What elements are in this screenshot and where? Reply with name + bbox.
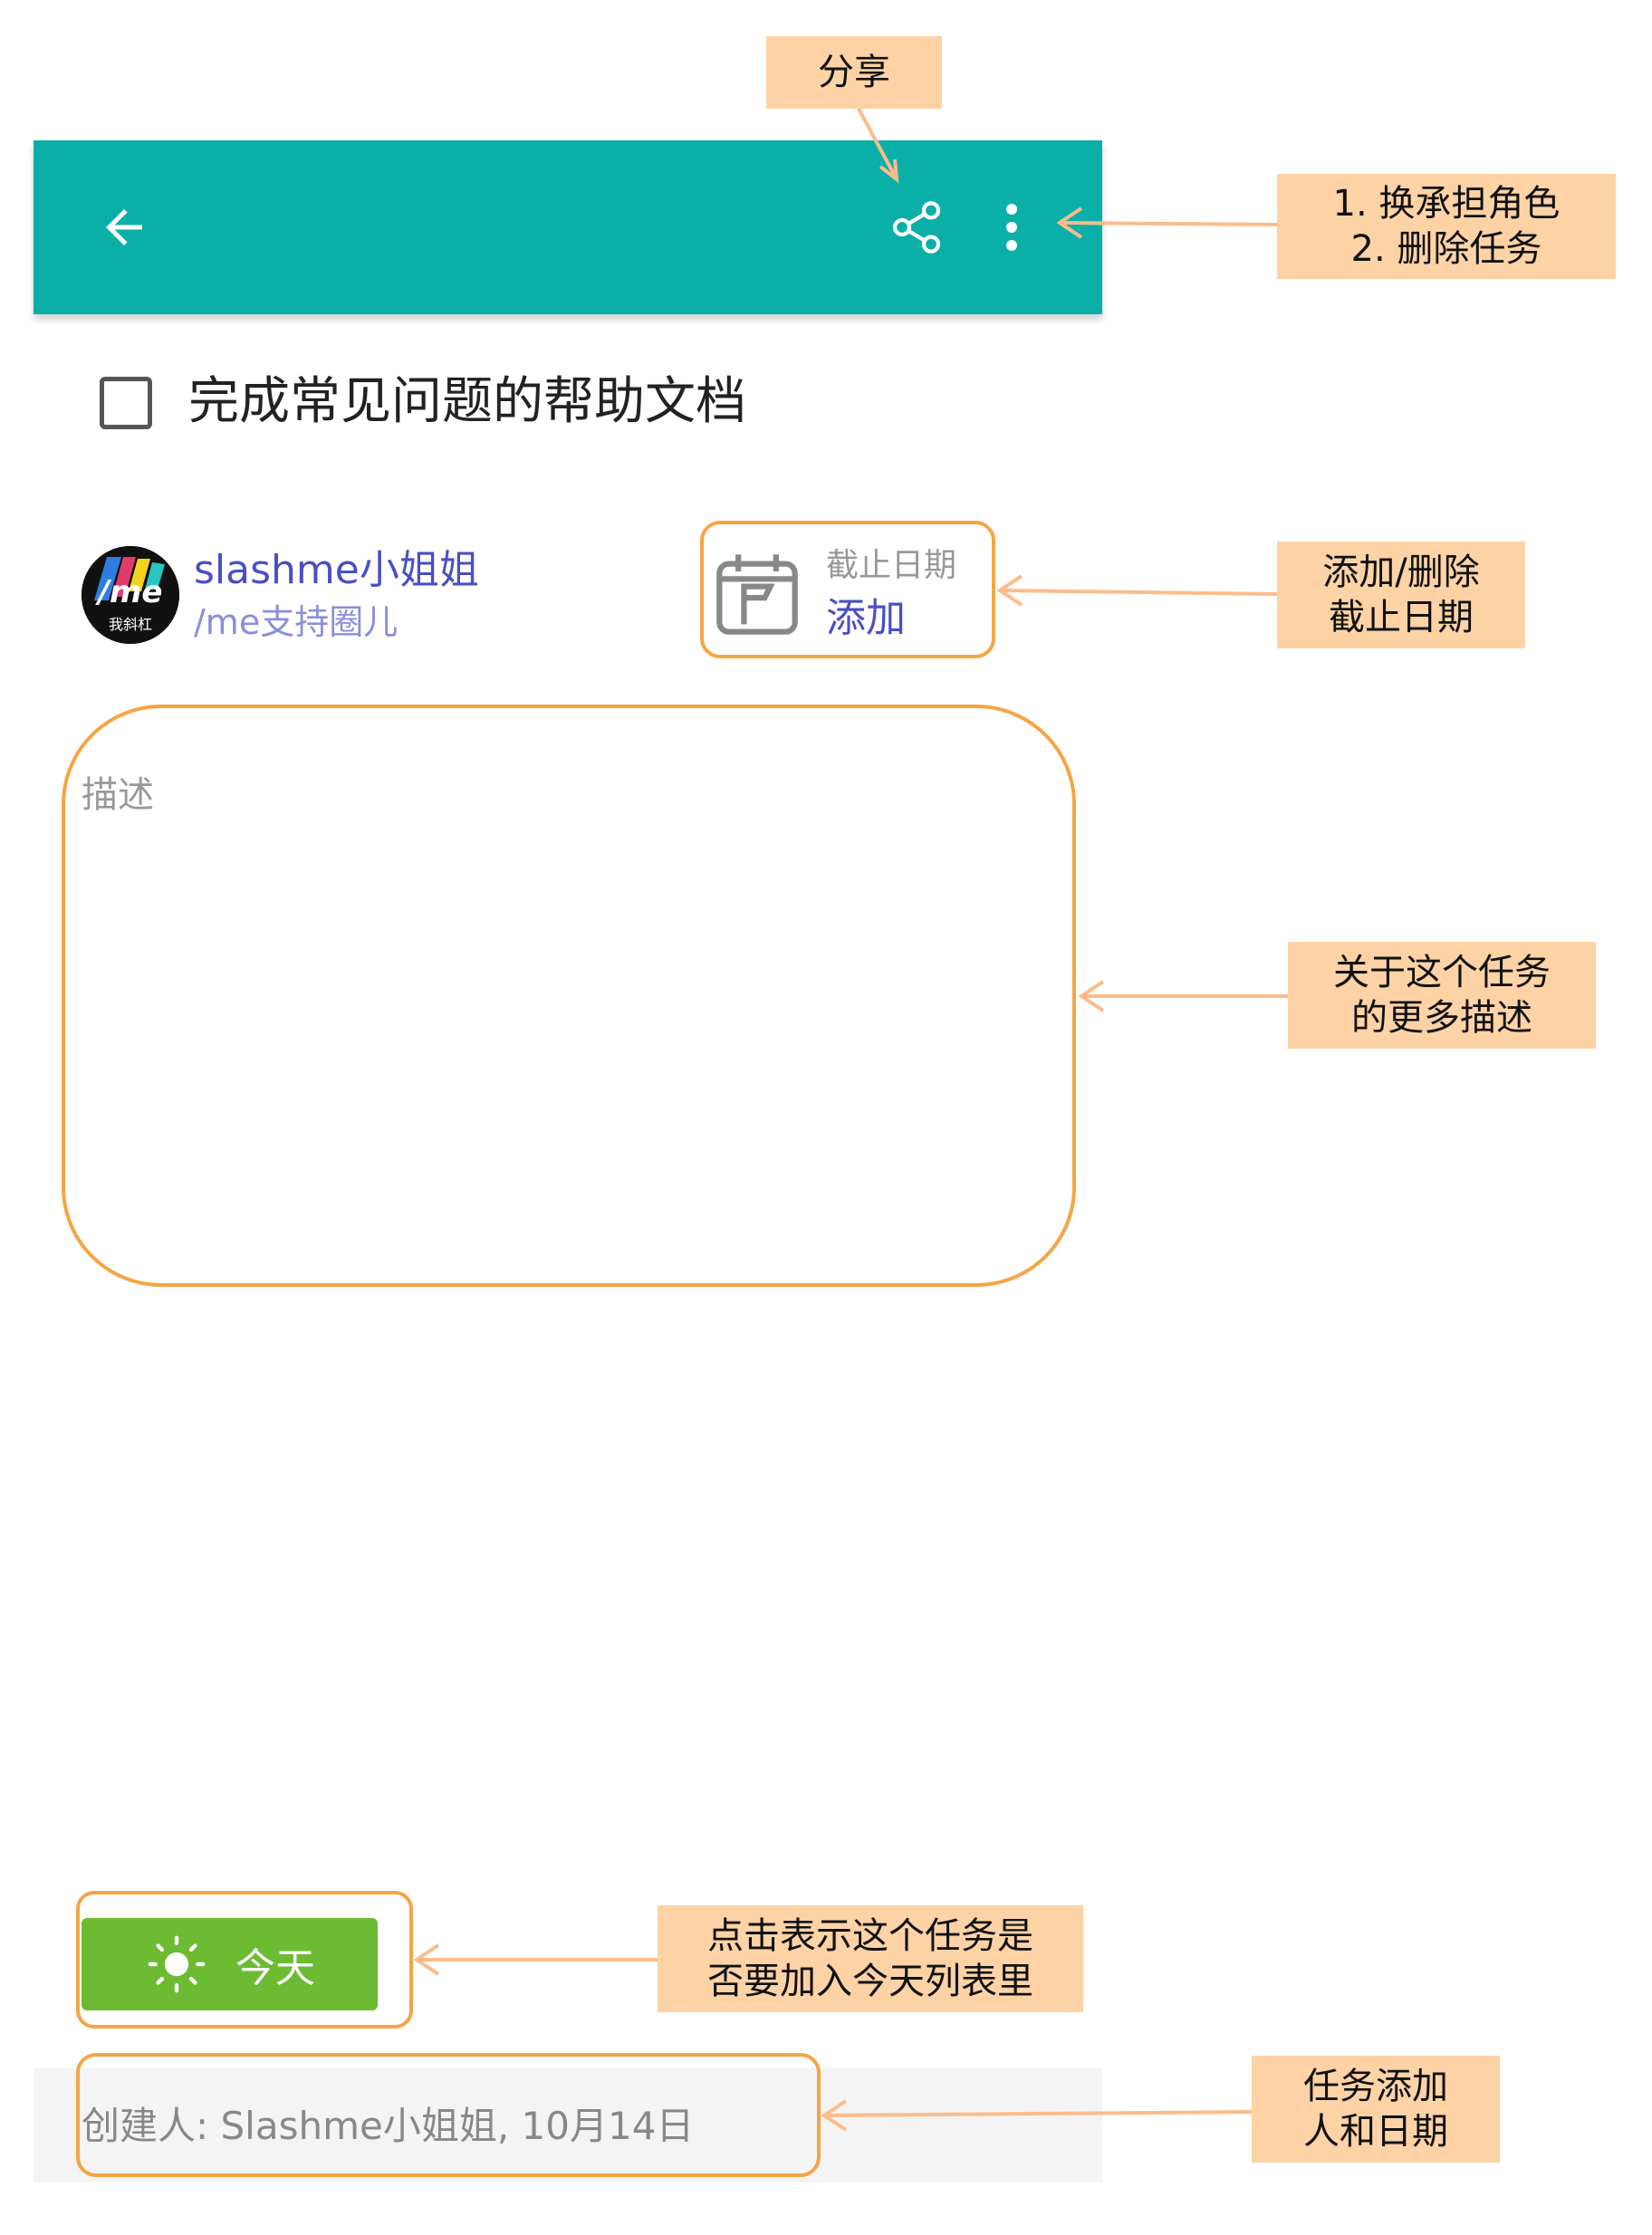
- callout-today: 点击表示这个任务是 否要加入今天列表里: [658, 1905, 1083, 2012]
- back-button[interactable]: [79, 182, 169, 273]
- assignee-group: /me支持圈儿: [194, 602, 399, 642]
- avatar[interactable]: /me 我斜杠: [82, 546, 179, 644]
- highlight-description: [62, 705, 1076, 1287]
- callout-share: 分享: [766, 36, 942, 109]
- highlight-due-date: [700, 521, 995, 658]
- share-button[interactable]: [871, 182, 962, 273]
- app-bar: [34, 140, 1102, 314]
- task-title[interactable]: 完成常见问题的帮助文档: [188, 366, 746, 438]
- share-icon: [892, 201, 941, 254]
- arrow-left-icon: [106, 209, 142, 245]
- svg-text:我斜杠: 我斜杠: [109, 616, 152, 633]
- more-options-button[interactable]: [975, 182, 1048, 273]
- highlight-creator: [76, 2053, 821, 2177]
- svg-text:/me: /me: [95, 574, 163, 610]
- callout-due-date: 添加/删除 截止日期: [1277, 542, 1525, 648]
- slashme-logo-icon: /me 我斜杠: [82, 546, 179, 644]
- callout-more-options: 1. 换承担角色 2. 删除任务: [1277, 174, 1616, 279]
- highlight-today: [76, 1891, 413, 2029]
- callout-description: 关于这个任务 的更多描述: [1288, 942, 1596, 1049]
- task-complete-checkbox[interactable]: [100, 377, 152, 429]
- assignee-name[interactable]: slashme小姐姐: [194, 543, 479, 598]
- more-vert-icon: [1006, 204, 1017, 251]
- callout-creator: 任务添加 人和日期: [1252, 2056, 1500, 2163]
